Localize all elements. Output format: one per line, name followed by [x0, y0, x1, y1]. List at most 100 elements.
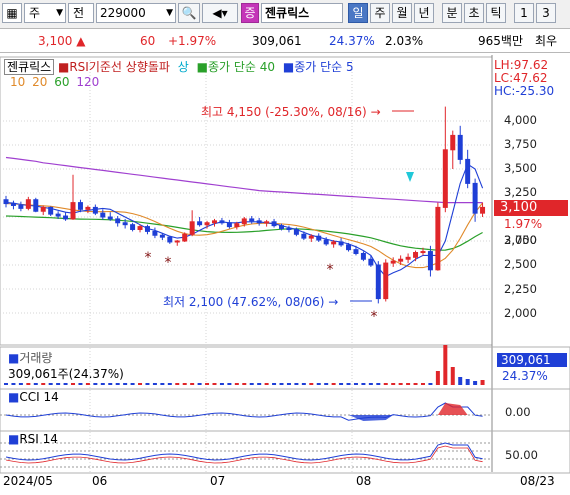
current-price-tag: 3,100: [494, 200, 568, 216]
volume-bar: [197, 383, 202, 385]
volume-bar: [309, 383, 314, 385]
tick-label: 2,250: [504, 282, 537, 296]
candle-body: [63, 215, 69, 220]
tab-year[interactable]: 년: [414, 3, 434, 23]
volume-bar: [383, 383, 388, 385]
speaker-button[interactable]: ◀▾: [202, 3, 238, 23]
tab-minute[interactable]: 분: [442, 3, 462, 23]
volume-bar: [473, 381, 478, 385]
x-label-right: 08/23: [520, 474, 555, 488]
candle-body: [70, 202, 76, 220]
tab-3[interactable]: 3: [536, 3, 556, 23]
market-label: 주: [29, 6, 41, 20]
tick-label: 3,250: [504, 185, 537, 199]
volume-bar: [413, 383, 418, 385]
candle-body: [457, 134, 463, 160]
period-10[interactable]: 10: [10, 75, 25, 89]
tab-day[interactable]: 일: [348, 3, 368, 23]
candle-body: [189, 221, 195, 235]
volume-value: 309,061: [252, 34, 302, 48]
candle-body: [480, 206, 486, 214]
chevron-down-icon: ▼: [56, 8, 63, 18]
period-20[interactable]: 20: [32, 75, 47, 89]
rsi-legend[interactable]: RSI기준선 상향돌파: [69, 60, 170, 74]
price-chart[interactable]: * * * *: [0, 55, 570, 495]
volume-bar: [420, 383, 425, 385]
candle-body: [10, 203, 16, 206]
candle-body: [55, 213, 61, 217]
stock-name-field[interactable]: 젠큐릭스: [261, 3, 343, 23]
volume-bar: [130, 383, 135, 385]
volume-bar: [145, 383, 150, 385]
candle-body: [256, 220, 262, 224]
stock-legend[interactable]: 젠큐릭스: [4, 59, 55, 75]
volume-bar: [219, 383, 224, 385]
volume-bar: [264, 383, 269, 385]
badge: 증: [241, 3, 259, 23]
candle-body: [338, 241, 344, 246]
candle-body: [308, 235, 314, 239]
arrow-right-icon: →: [328, 295, 339, 309]
period-120[interactable]: 120: [76, 75, 99, 89]
current-price: 3,100 ▲: [38, 30, 85, 52]
period-60[interactable]: 60: [54, 75, 69, 89]
legend-row: 젠큐릭스 ■RSI기준선 상향돌파 상 ■종가 단순 40 ■종가 단순 5: [4, 58, 354, 75]
tick-label: 2,000: [504, 306, 537, 320]
toolbar: ▦ 주 ▼ 전 229000 ▼ 🔍 ◀▾ 증 젠큐릭스 일 주 월 년 분 초…: [0, 0, 570, 29]
volume-title: ■거래량: [8, 349, 52, 366]
volume-bar: [63, 383, 68, 385]
change-pct: +1.97%: [168, 34, 217, 48]
type-select[interactable]: 전: [68, 3, 94, 23]
chart-type-icon[interactable]: ▦: [2, 3, 22, 23]
ma5-legend[interactable]: 종가 단순 5: [294, 60, 353, 74]
volume-title-text: 거래량: [19, 351, 53, 365]
candle-body: [159, 234, 165, 238]
tab-1[interactable]: 1: [514, 3, 534, 23]
volume-bar: [78, 383, 83, 385]
candle-body: [174, 240, 180, 243]
ma120-line: [5, 156, 483, 204]
volume-bar: [376, 383, 381, 385]
change-value: 60: [140, 34, 156, 48]
ma40-legend[interactable]: 종가 단순 40: [208, 60, 275, 74]
candle-body: [249, 218, 255, 222]
volume-bar: [93, 383, 98, 385]
ma20-line: [5, 202, 484, 269]
volume-bar: [257, 383, 262, 385]
cci-title-text: CCI 14: [19, 390, 59, 404]
tab-tick[interactable]: 틱: [486, 3, 506, 23]
tab-second[interactable]: 초: [464, 3, 484, 23]
tick-label: 4,000: [504, 113, 537, 127]
volume-bar: [138, 383, 143, 385]
candle-body: [465, 158, 471, 184]
market-select[interactable]: 주 ▼: [24, 3, 66, 23]
volume-bar: [234, 383, 239, 385]
signal-marker: *: [145, 250, 152, 266]
candle-body: [92, 206, 98, 214]
high-label: 최고 4,150 (-25.30%, 08/16): [201, 105, 367, 119]
stat-hc: HC:-25.30: [494, 84, 555, 98]
candle-body: [226, 222, 232, 228]
volume-bar: [190, 383, 195, 385]
candle-body: [398, 258, 404, 262]
candle-body: [115, 218, 121, 224]
cci-line: [5, 402, 483, 421]
search-button[interactable]: 🔍: [178, 3, 200, 23]
candle-body: [48, 206, 54, 215]
cci-axis-label: 0.00: [505, 405, 531, 419]
amount-value: 965백만: [478, 34, 523, 48]
candle-body: [360, 252, 366, 260]
candle-body: [25, 199, 31, 209]
volume-bar: [428, 383, 433, 385]
tab-month[interactable]: 월: [392, 3, 412, 23]
up-arrow-icon: ▲: [76, 34, 86, 48]
signal-arrow: [406, 172, 414, 182]
volume-bar: [331, 383, 336, 385]
code-input[interactable]: 229000 ▼: [96, 3, 176, 23]
volume-bar: [11, 383, 16, 385]
volume-bar: [100, 383, 105, 385]
ma5-legend-marker: ■: [282, 60, 295, 74]
volume-bar: [123, 383, 128, 385]
candle-body: [323, 239, 329, 245]
tab-week[interactable]: 주: [370, 3, 390, 23]
